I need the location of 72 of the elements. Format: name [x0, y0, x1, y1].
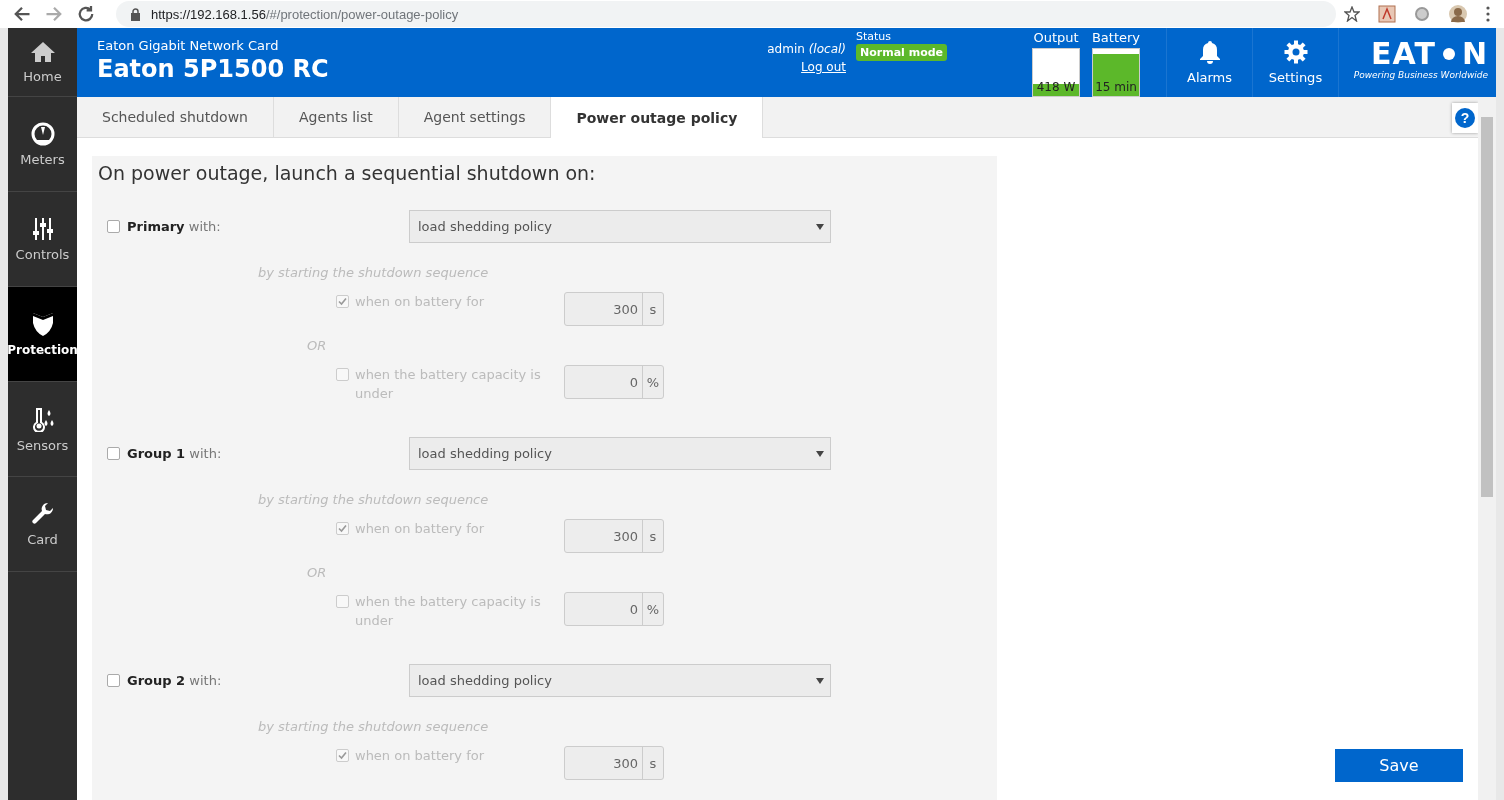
number-field[interactable]: 0 %: [564, 365, 664, 399]
condition-label: when the battery capacity is under: [355, 366, 542, 403]
checkbox[interactable]: [107, 674, 120, 687]
checkbox[interactable]: [336, 749, 349, 762]
gauge-icon: [30, 121, 55, 146]
star-icon[interactable]: [1344, 6, 1360, 22]
caret-icon: [816, 677, 824, 684]
condition-label: when on battery for: [355, 747, 486, 765]
checkbox[interactable]: [336, 595, 349, 608]
tab[interactable]: Agents list: [274, 97, 399, 137]
condition-label: when the battery capacity is under: [355, 593, 542, 630]
policy-dropdown[interactable]: load shedding policy: [409, 437, 831, 470]
or-label: OR: [307, 565, 328, 580]
condition-label: when on battery for: [355, 520, 486, 538]
group-label: Group 2 with:: [127, 673, 223, 688]
group-label: Group 1 with:: [127, 446, 223, 461]
policy-dropdown[interactable]: load shedding policy: [409, 664, 831, 697]
policy-dropdown[interactable]: load shedding policy: [409, 210, 831, 243]
back-icon[interactable]: [12, 4, 32, 24]
menu-icon[interactable]: [1486, 6, 1490, 22]
number-field[interactable]: 300 s: [564, 746, 664, 780]
device-subtitle: Eaton Gigabit Network Card: [97, 38, 280, 53]
extension-icon[interactable]: [1414, 6, 1430, 22]
avatar-icon[interactable]: [1448, 4, 1468, 24]
user-name: admin (local): [767, 42, 846, 56]
wrench-icon: [30, 501, 55, 526]
forward-icon[interactable]: [44, 4, 64, 24]
extension-icon[interactable]: [1378, 5, 1396, 23]
sequence-label: by starting the shutdown sequence: [258, 719, 490, 734]
meter-reading: 15 min: [1095, 80, 1137, 96]
address-bar[interactable]: https://192.168.1.56/#/protection/power-outage-policy: [116, 1, 1336, 27]
sidebar-item[interactable]: Card: [8, 477, 77, 572]
checkbox[interactable]: [107, 220, 120, 233]
group-label: Primary with:: [127, 219, 222, 234]
shield-icon: [30, 311, 55, 337]
sidebar-item[interactable]: Sensors: [8, 382, 77, 477]
sliders-icon: [31, 216, 54, 241]
scroll-thumb[interactable]: [1481, 117, 1493, 497]
sidebar-item[interactable]: Protection: [8, 287, 77, 382]
caret-icon: [816, 450, 824, 457]
reload-icon[interactable]: [76, 4, 96, 24]
status-badge: Normal mode: [856, 44, 948, 61]
scrollbar[interactable]: [1478, 97, 1496, 800]
number-field[interactable]: 300 s: [564, 519, 664, 553]
logout-link[interactable]: Log out: [801, 60, 846, 74]
checkbox[interactable]: [336, 295, 349, 308]
save-button[interactable]: Save: [1335, 749, 1463, 782]
or-label: OR: [307, 338, 328, 353]
meter-label: Battery: [1091, 30, 1141, 45]
meter-reading: 418 W: [1036, 80, 1076, 96]
status-label: Status: [856, 30, 893, 43]
lock-icon: [130, 7, 141, 21]
home-icon: [29, 40, 56, 63]
settings-icon: [1283, 40, 1308, 64]
section-heading: On power outage, launch a sequential shutdown on:: [98, 162, 597, 184]
sequence-label: by starting the shutdown sequence: [258, 492, 490, 507]
logo: EAT N: [1371, 40, 1488, 68]
logo-tagline: Powering Business Worldwide: [1353, 70, 1488, 80]
caret-icon: [816, 223, 824, 230]
number-field[interactable]: 300 s: [564, 292, 664, 326]
condition-label: when on battery for: [355, 293, 486, 311]
checkbox[interactable]: [336, 522, 349, 535]
checkbox[interactable]: [107, 447, 120, 460]
checkbox[interactable]: [336, 368, 349, 381]
bell-icon: [1198, 40, 1221, 64]
meter-label: Output: [1033, 30, 1079, 45]
sequence-label: by starting the shutdown sequence: [258, 265, 490, 280]
tab[interactable]: Scheduled shutdown: [77, 97, 274, 137]
tab[interactable]: Power outage policy: [551, 97, 764, 138]
number-field[interactable]: 0 %: [564, 592, 664, 626]
help-button[interactable]: ?: [1452, 103, 1478, 133]
device-title: Eaton 5P1500 RC: [97, 55, 330, 83]
